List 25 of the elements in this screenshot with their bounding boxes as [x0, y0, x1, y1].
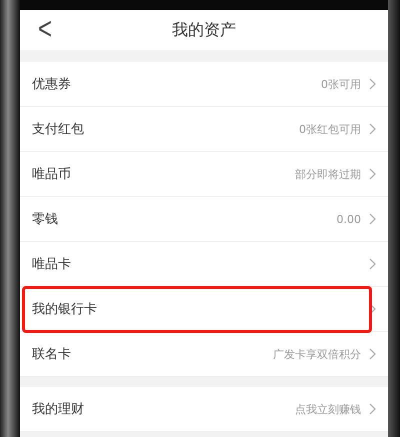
row-value: 点我立刻赚钱 [295, 402, 361, 416]
chevron-icon [369, 213, 376, 225]
chevron-icon [369, 123, 376, 135]
row-label: 唯品币 [32, 166, 72, 183]
row-value: 部分即将过期 [295, 166, 361, 182]
chevron-icon [369, 168, 376, 180]
row-label: 我的银行卡 [32, 301, 98, 318]
page-title: 我的资产 [172, 20, 236, 40]
row-value: 广发卡享双倍积分 [273, 346, 361, 362]
row-label: 优惠券 [32, 76, 72, 93]
row-label: 零钱 [32, 211, 59, 228]
row-label: 我的理财 [32, 401, 85, 418]
chevron-icon [369, 258, 376, 270]
chevron-icon [369, 303, 376, 315]
chevron-icon [369, 78, 376, 90]
chevron-icon [369, 403, 376, 415]
chevron-icon [369, 348, 376, 360]
back-button[interactable]: < [34, 12, 56, 48]
row-value: 0.00 [336, 212, 361, 226]
row-value: 0张可用 [321, 76, 361, 92]
row-value: 0张红包可用 [299, 122, 361, 136]
row-label: 联名卡 [32, 346, 72, 363]
row-label: 支付红包 [32, 121, 85, 138]
row-label: 唯品卡 [32, 256, 72, 273]
menu-row[interactable]: 我的银行卡 [20, 287, 388, 332]
